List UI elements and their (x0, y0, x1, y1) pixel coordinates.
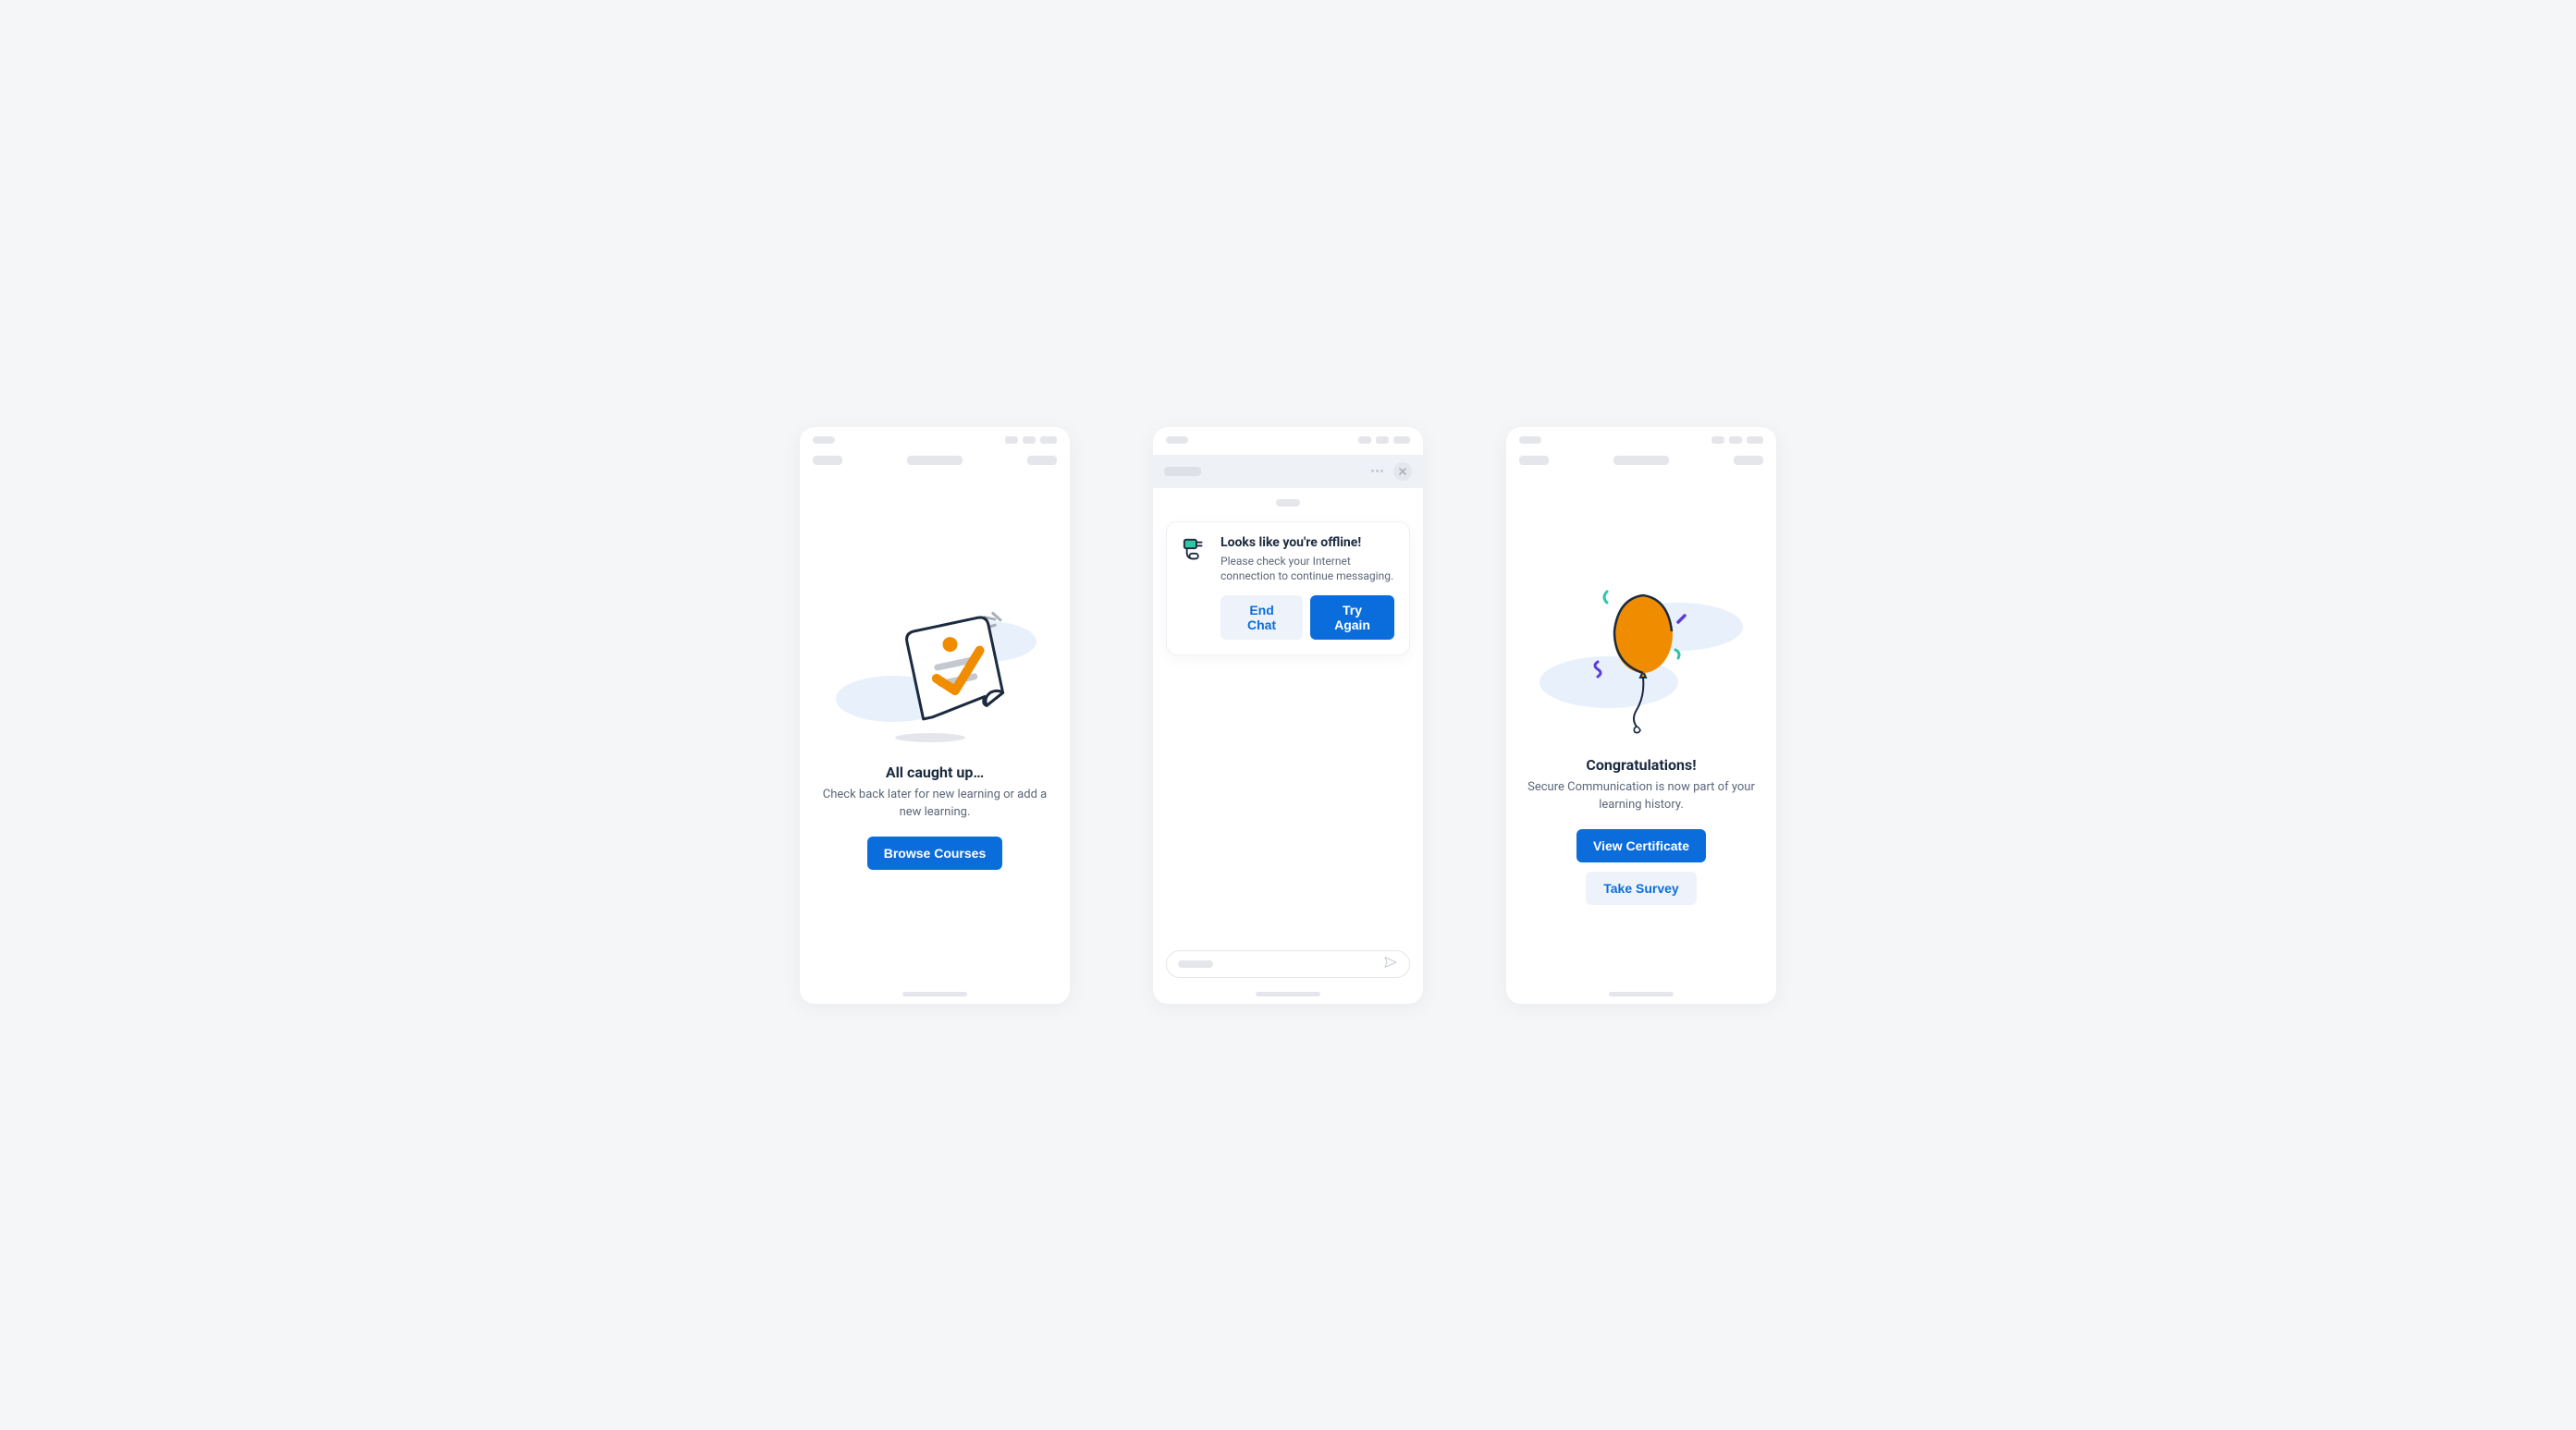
plug-icon (1182, 537, 1209, 565)
home-indicator (1609, 992, 1674, 996)
empty-state-title: All caught up… (886, 764, 984, 781)
view-certificate-button[interactable]: View Certificate (1576, 829, 1706, 862)
take-survey-button[interactable]: Take Survey (1586, 872, 1697, 905)
compose-input[interactable] (1166, 950, 1410, 978)
send-icon[interactable] (1383, 955, 1398, 973)
success-title: Congratulations! (1586, 756, 1696, 774)
browse-courses-button[interactable]: Browse Courses (867, 837, 1002, 870)
empty-state-content: All caught up… Check back later for new … (800, 464, 1070, 1004)
nav-bar (800, 446, 1070, 464)
try-again-button[interactable]: Try Again (1310, 595, 1394, 640)
home-indicator (902, 992, 967, 996)
screen-congratulations: Congratulations! Secure Communication is… (1506, 427, 1776, 1004)
success-content: Congratulations! Secure Communication is… (1506, 473, 1776, 1004)
nav-bar (1506, 446, 1776, 464)
screen-all-caught-up: All caught up… Check back later for new … (800, 427, 1070, 1004)
alert-title: Looks like you're offline! (1221, 535, 1394, 550)
empty-state-description: Check back later for new learning or add… (818, 787, 1051, 822)
chat-subheader (1153, 488, 1423, 514)
balloon-illustration (1535, 571, 1748, 747)
status-bar (1153, 427, 1423, 446)
caught-up-illustration (828, 597, 1041, 754)
alert-description: Please check your Internet connection to… (1221, 554, 1394, 585)
close-icon[interactable] (1393, 462, 1412, 481)
screen-offline-chat: Looks like you're offline! Please check … (1153, 427, 1423, 1004)
chat-header (1153, 455, 1423, 488)
status-bar (800, 427, 1070, 446)
end-chat-button[interactable]: End Chat (1221, 595, 1303, 640)
status-bar (1506, 427, 1776, 446)
success-description: Secure Communication is now part of your… (1525, 779, 1758, 814)
offline-alert: Looks like you're offline! Please check … (1166, 521, 1410, 656)
more-icon[interactable] (1371, 470, 1386, 473)
home-indicator (1256, 992, 1320, 996)
